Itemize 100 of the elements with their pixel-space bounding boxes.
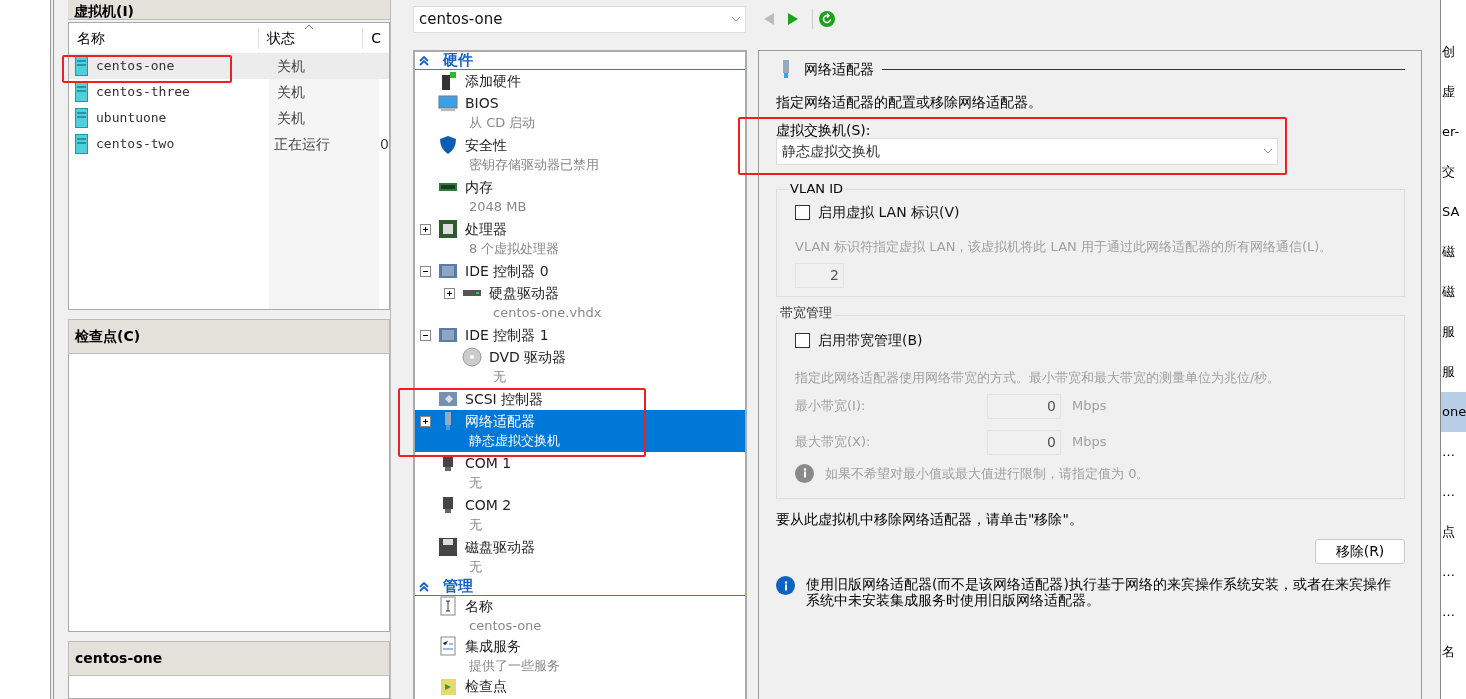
tree-item-label: IDE 控制器 1 [465, 326, 549, 345]
disc-icon [462, 347, 482, 367]
action-item[interactable]: 名 [1441, 632, 1466, 672]
tree-item[interactable]: IDE 控制器 1 [415, 324, 745, 346]
tree-item-detail: 无 [469, 516, 483, 534]
vm-name: ubuntuone [96, 109, 167, 128]
expand-toggle[interactable] [444, 287, 455, 299]
description-text: 指定网络适配器的配置或移除网络适配器。 [776, 93, 1043, 112]
table-cell-text: 0 [379, 134, 389, 154]
shield-icon [438, 135, 458, 155]
action-item[interactable]: 虚 [1441, 72, 1466, 112]
info-icon [795, 463, 814, 483]
tree-item[interactable]: 检查点 [415, 676, 745, 696]
tree-item-label: COM 1 [465, 454, 512, 473]
tree-item[interactable]: COM 1 无 [415, 452, 745, 494]
tree-item-detail: 从 CD 启动 [469, 114, 536, 132]
tree-item[interactable]: IDE 控制器 0 [415, 260, 745, 282]
refresh-icon[interactable] [819, 11, 835, 27]
checkbox[interactable] [795, 205, 810, 220]
panel-title: 虚拟机(I) [74, 3, 134, 19]
column-header[interactable]: 状态 [257, 27, 363, 49]
tree-item[interactable]: 集成服务 提供了一些服务 [415, 636, 745, 676]
vm-dropdown[interactable]: centos-one [413, 5, 746, 33]
note-text: 如果不希望对最小值或最大值进行限制，请指定值为 0。 [825, 464, 1150, 483]
controller-icon [438, 261, 458, 281]
collapse-toggle[interactable] [420, 329, 431, 341]
bandwidth-field[interactable]: 0 [987, 429, 1061, 455]
tree-item[interactable]: 内存 2048 MB [415, 176, 745, 218]
column-header[interactable]: C [362, 27, 389, 49]
action-item[interactable]: 服 [1441, 352, 1466, 392]
tree-item-detail: 2048 MB [469, 198, 527, 216]
action-item[interactable]: 服 [1441, 312, 1466, 352]
action-item[interactable]: … [1441, 592, 1466, 632]
tree-item[interactable]: 处理器 8 个虚拟处理器 [415, 218, 745, 260]
tree-item[interactable]: 硬盘驱动器 centos-one.vhdx [415, 282, 745, 324]
tree-item-detail: 无 [469, 474, 483, 492]
collapse-chevron-icon[interactable] [419, 581, 429, 592]
tree-item[interactable]: SCSI 控制器 [415, 388, 745, 410]
switch-dropdown[interactable]: 静态虚拟交换机 [776, 138, 1278, 165]
bandwidth-field[interactable]: 0 [987, 393, 1061, 419]
monitor-icon [438, 93, 458, 113]
vm-row[interactable]: centos-two 正在运行 0 [69, 131, 389, 157]
tree-item[interactable]: COM 2 无 [415, 494, 745, 536]
action-item[interactable]: … [1441, 432, 1466, 472]
tree-item[interactable]: 安全性 密钥存储驱动器已禁用 [415, 134, 745, 176]
remove-button[interactable]: 移除(R) [1315, 539, 1405, 564]
port-icon [443, 455, 453, 471]
checkbox-label: 启用带宽管理(B) [818, 331, 923, 350]
action-item[interactable]: er- [1441, 112, 1466, 152]
tree-item-detail: 提供了一些服务 [469, 657, 560, 675]
checklist-icon [438, 636, 458, 656]
tree-item[interactable]: 网络适配器 静态虚拟交换机 [415, 410, 745, 452]
tree-item[interactable]: 磁盘驱动器 无 [415, 536, 745, 578]
play-icon[interactable] [788, 13, 798, 25]
action-item[interactable]: 点 [1441, 512, 1466, 552]
tree-item-label: 名称 [465, 597, 494, 616]
hint-text: VLAN 标识符指定虚拟 LAN，该虚拟机将此 LAN 用于通过此网络适配器的所有网络通信(L)。 [795, 238, 1334, 256]
section-title: 管理 [443, 576, 473, 598]
tree-item-detail: 无 [469, 558, 483, 576]
collapse-chevron-icon[interactable] [419, 55, 429, 66]
tree-item[interactable]: BIOS 从 CD 启动 [415, 92, 745, 134]
tree-item-label: COM 2 [465, 496, 512, 515]
action-item[interactable]: one [1441, 392, 1466, 432]
network-adapter-icon [445, 412, 451, 430]
server-icon [75, 108, 88, 128]
action-item[interactable]: … [1441, 472, 1466, 512]
action-item[interactable]: … [1441, 552, 1466, 592]
vm-name: centos-one [96, 57, 175, 76]
action-item[interactable]: 磁 [1441, 232, 1466, 272]
hard-drive-icon [463, 290, 481, 296]
vm-row[interactable]: centos-three 关机 [69, 79, 389, 105]
vlan-id-field[interactable]: 2 [795, 262, 844, 288]
info-text: 使用旧版网络适配器(而不是该网络适配器)执行基于网络的来宾操作系统安装，或者在来宾操作系统中未安装集成服务时使用旧版网络适配器。 [806, 576, 1392, 608]
tree-item-label: 集成服务 [465, 637, 522, 656]
collapse-toggle[interactable] [420, 265, 431, 277]
tree-item-detail: 静态虚拟交换机 [469, 432, 560, 450]
vm-state: 正在运行 [272, 134, 331, 154]
column-header[interactable]: 名称 [69, 27, 258, 49]
expand-toggle[interactable] [420, 415, 431, 427]
tree-item[interactable]: DVD 驱动器 无 [415, 346, 745, 388]
action-item[interactable]: SA [1441, 192, 1466, 232]
action-item[interactable]: 磁 [1441, 272, 1466, 312]
field-label: 虚拟交换机(S): [776, 122, 871, 138]
tree-item[interactable]: 名称 centos-one [415, 596, 745, 636]
checkpoint-icon [438, 676, 458, 696]
vm-row[interactable]: centos-one 关机 [69, 53, 389, 79]
action-item[interactable]: 交 [1441, 152, 1466, 192]
text-cursor-icon [438, 596, 458, 616]
tree-item-label: 处理器 [465, 220, 508, 239]
tree-item-label: 检查点 [465, 677, 507, 696]
group-legend: 带宽管理 [778, 305, 834, 321]
checkbox[interactable] [795, 333, 810, 348]
unit-label: Mbps [1072, 433, 1107, 452]
action-item[interactable]: 创 [1441, 32, 1466, 72]
server-icon [75, 56, 88, 76]
tree-item[interactable]: 添加硬件 [415, 70, 745, 92]
port-icon [443, 497, 453, 513]
vm-row[interactable]: ubuntuone 关机 [69, 105, 389, 131]
expand-toggle[interactable] [420, 223, 431, 235]
checkbox-label: 启用虚拟 LAN 标识(V) [818, 203, 960, 222]
